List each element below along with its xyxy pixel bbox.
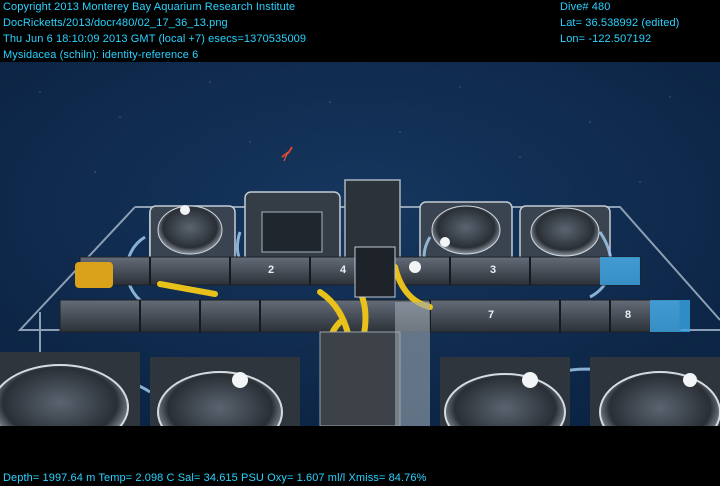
lower-bar <box>59 299 690 333</box>
bar-label-4: 4 <box>340 264 347 276</box>
sensor-readout: Depth= 1997.64 m Temp= 2.098 C Sal= 34.6… <box>3 472 427 484</box>
timestamp-line: Thu Jun 6 18:10:09 2013 GMT (local +7) e… <box>3 33 307 45</box>
longitude: Lon= -122.507192 <box>560 33 652 45</box>
dive-number: Dive# 480 <box>560 1 611 13</box>
overlay-top-right: Dive# 480 Lat= 36.538992 (edited) Lon= -… <box>560 0 679 48</box>
overlay-top-left: Copyright 2013 Monterey Bay Aquarium Res… <box>3 0 306 64</box>
latitude: Lat= 36.538992 (edited) <box>560 17 680 29</box>
yellow-block <box>75 262 113 288</box>
bar-label-8: 8 <box>625 309 631 321</box>
video-frame: 5 2 4 3 7 8 <box>0 0 720 486</box>
image-path-line: DocRicketts/2013/docr480/02_17_36_13.png <box>3 17 228 29</box>
annotation-line: Mysidacea (schiln): identity-reference 6 <box>3 49 199 61</box>
bar-label-2: 2 <box>268 264 274 276</box>
sampler-rack-image: 5 2 4 3 7 8 <box>0 62 720 426</box>
underwater-scene: 5 2 4 3 7 8 <box>0 62 720 426</box>
bar-label-3: 3 <box>490 264 496 276</box>
bar-label-7: 7 <box>488 309 494 321</box>
copyright-line: Copyright 2013 Monterey Bay Aquarium Res… <box>3 1 296 13</box>
